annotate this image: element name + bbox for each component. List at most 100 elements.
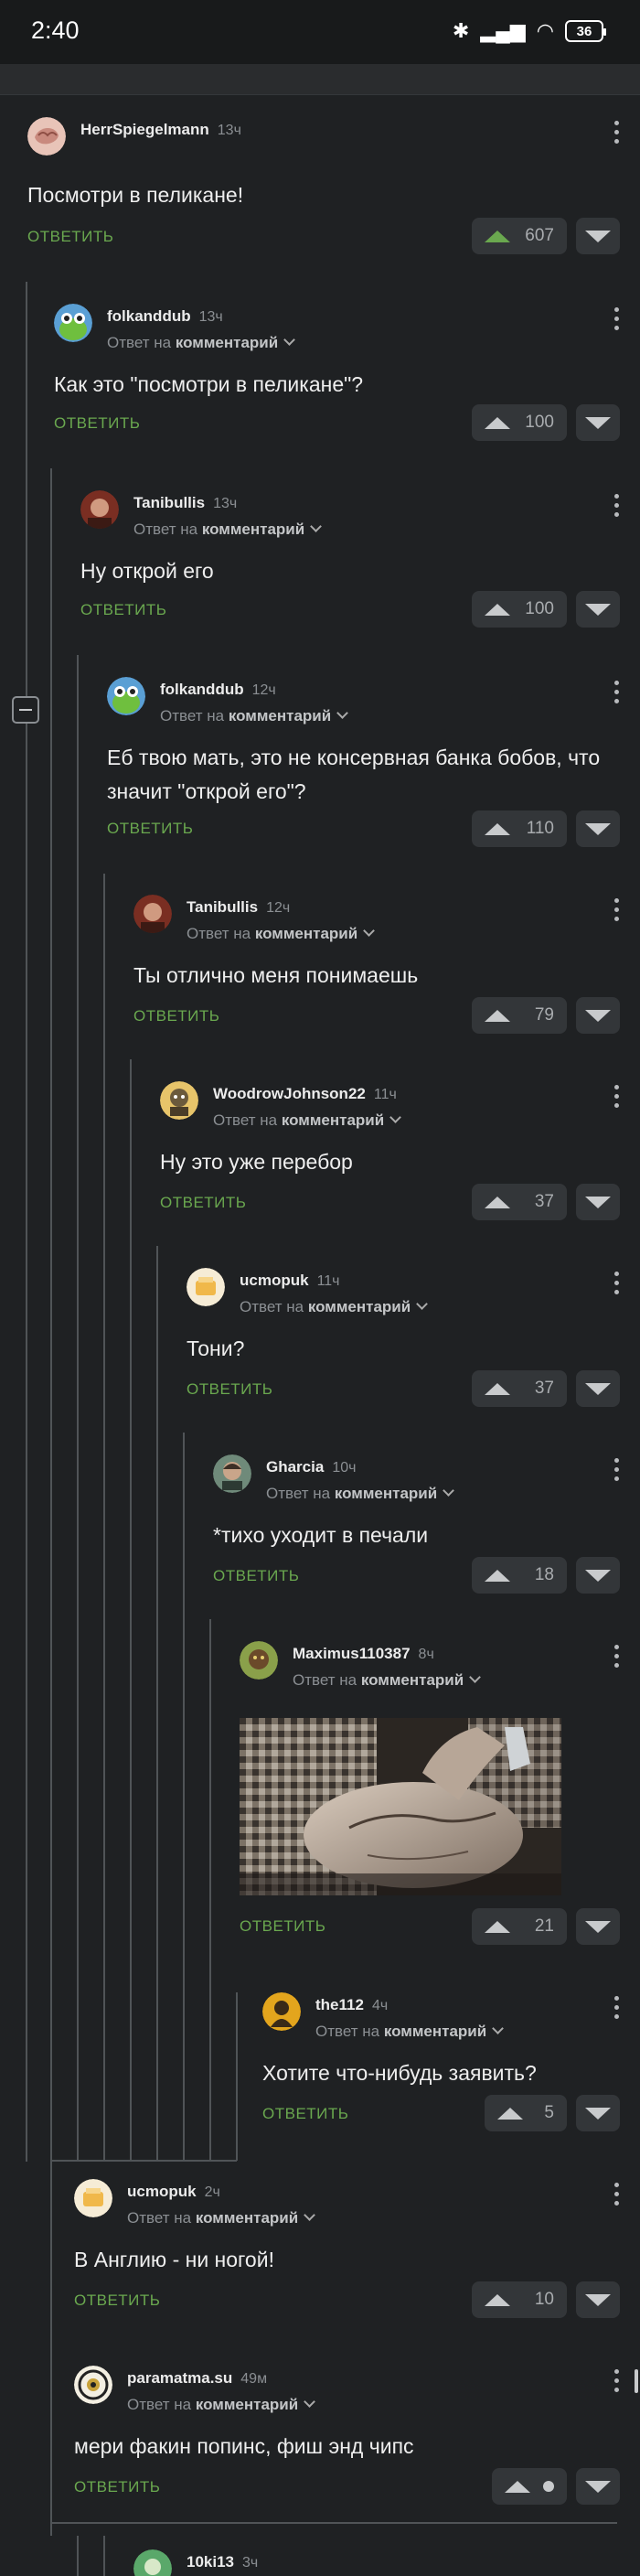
more-options-icon[interactable] — [614, 2183, 620, 2206]
author-name[interactable]: HerrSpiegelmann — [80, 121, 209, 138]
avatar[interactable] — [74, 2179, 112, 2217]
reply-to-link[interactable]: Ответ на комментарий — [240, 1298, 429, 1316]
thread-line[interactable] — [209, 1619, 211, 2161]
collapse-thread-button[interactable] — [12, 696, 39, 724]
upvote-button[interactable]: 37 — [472, 1184, 567, 1220]
avatar[interactable] — [74, 2366, 112, 2404]
reply-button[interactable]: ОТВЕТИТЬ — [27, 228, 113, 246]
more-options-icon[interactable] — [614, 307, 620, 330]
more-options-icon[interactable] — [614, 681, 620, 703]
reply-to-link[interactable]: Ответ на комментарий — [315, 2023, 505, 2041]
author-name[interactable]: folkanddub — [160, 681, 244, 698]
reply-button[interactable]: ОТВЕТИТЬ — [160, 1194, 246, 1212]
thread-line[interactable] — [130, 1059, 132, 2161]
upvote-button[interactable]: 18 — [472, 1557, 567, 1594]
reply-button[interactable]: ОТВЕТИТЬ — [240, 1917, 325, 1936]
reply-to-link[interactable]: Ответ на комментарий — [127, 2209, 316, 2227]
downvote-button[interactable] — [576, 218, 620, 254]
downvote-button[interactable] — [576, 2095, 620, 2131]
downvote-button[interactable] — [576, 2468, 620, 2505]
thread-line[interactable] — [77, 2536, 79, 2576]
reply-to-link[interactable]: Ответ на комментарий — [127, 2396, 316, 2414]
reply-button[interactable]: ОТВЕТИТЬ — [262, 2105, 348, 2123]
downvote-button[interactable] — [576, 810, 620, 847]
reply-button[interactable]: ОТВЕТИТЬ — [107, 820, 193, 838]
more-options-icon[interactable] — [614, 121, 620, 144]
reply-to-link[interactable]: Ответ на комментарий — [160, 707, 349, 725]
avatar[interactable] — [133, 2549, 172, 2576]
thread-line[interactable] — [26, 282, 27, 2162]
avatar[interactable] — [80, 490, 119, 529]
more-options-icon[interactable] — [614, 1272, 620, 1294]
reply-button[interactable]: ОТВЕТИТЬ — [133, 1007, 219, 1025]
upvote-button[interactable]: 37 — [472, 1370, 567, 1407]
upvote-button[interactable]: 100 — [472, 591, 567, 628]
thread-line[interactable] — [156, 1246, 158, 2161]
more-options-icon[interactable] — [614, 1645, 620, 1668]
more-options-icon[interactable] — [614, 494, 620, 517]
reply-to-link[interactable]: Ответ на комментарий — [293, 1671, 482, 1690]
upvote-button[interactable]: 21 — [472, 1908, 567, 1945]
reply-to-link[interactable]: Ответ на комментарий — [266, 1485, 455, 1503]
author-name[interactable]: Gharcia — [266, 1458, 324, 1476]
more-options-icon[interactable] — [614, 1085, 620, 1108]
thread-line[interactable] — [103, 2536, 105, 2576]
downvote-button[interactable] — [576, 1370, 620, 1407]
avatar[interactable] — [240, 1641, 278, 1680]
author-name[interactable]: the112 — [315, 1996, 364, 2013]
thread-line[interactable] — [50, 2161, 52, 2536]
author-name[interactable]: ucmopuk — [240, 1272, 309, 1289]
avatar[interactable] — [54, 304, 92, 342]
upvote-button[interactable]: 110 — [472, 810, 567, 847]
reply-button[interactable]: ОТВЕТИТЬ — [54, 414, 140, 433]
comment-image[interactable] — [240, 1718, 561, 1895]
downvote-button[interactable] — [576, 2281, 620, 2318]
downvote-button[interactable] — [576, 591, 620, 628]
upvote-button[interactable] — [492, 2468, 567, 2505]
more-options-icon[interactable] — [614, 898, 620, 921]
author-name[interactable]: Maximus110387 — [293, 1645, 411, 1662]
reply-button[interactable]: ОТВЕТИТЬ — [80, 601, 166, 619]
author-name[interactable]: ucmopuk — [127, 2183, 197, 2200]
author-name[interactable]: paramatma.su — [127, 2369, 232, 2387]
thread-line[interactable] — [50, 468, 52, 2161]
upvote-button[interactable]: 607 — [472, 218, 567, 254]
author-name[interactable]: 10ki13 — [187, 2553, 234, 2571]
avatar[interactable] — [27, 117, 66, 156]
more-options-icon[interactable] — [614, 1996, 620, 2019]
avatar[interactable] — [107, 677, 145, 715]
author-name[interactable]: WoodrowJohnson22 — [213, 1085, 366, 1102]
reply-button[interactable]: ОТВЕТИТЬ — [187, 1380, 272, 1399]
downvote-button[interactable] — [576, 1908, 620, 1945]
upvote-button[interactable]: 100 — [472, 404, 567, 441]
avatar[interactable] — [133, 895, 172, 933]
reply-button[interactable]: ОТВЕТИТЬ — [74, 2478, 160, 2496]
upvote-button[interactable]: 79 — [472, 997, 567, 1034]
thread-line[interactable] — [77, 655, 79, 2161]
avatar[interactable] — [262, 1992, 301, 2031]
downvote-button[interactable] — [576, 1184, 620, 1220]
thread-line[interactable] — [183, 1433, 185, 2161]
avatar[interactable] — [187, 1268, 225, 1306]
thread-line[interactable] — [103, 874, 105, 2162]
reply-to-link[interactable]: Ответ на комментарий — [107, 334, 296, 352]
avatar[interactable] — [160, 1081, 198, 1120]
scrollbar-thumb[interactable] — [635, 2369, 638, 2393]
author-name[interactable]: folkanddub — [107, 307, 191, 325]
upvote-button[interactable]: 10 — [472, 2281, 567, 2318]
author-name[interactable]: Tanibullis — [187, 898, 258, 916]
avatar[interactable] — [213, 1454, 251, 1493]
more-options-icon[interactable] — [614, 2369, 620, 2392]
reply-button[interactable]: ОТВЕТИТЬ — [74, 2292, 160, 2310]
thread-line[interactable] — [236, 1992, 238, 2161]
downvote-button[interactable] — [576, 1557, 620, 1594]
reply-to-link[interactable]: Ответ на комментарий — [187, 925, 376, 943]
author-name[interactable]: Tanibullis — [133, 494, 205, 511]
upvote-button[interactable]: 5 — [485, 2095, 567, 2131]
reply-to-link[interactable]: Ответ на комментарий — [133, 521, 323, 539]
reply-to-link[interactable]: Ответ на комментарий — [213, 1111, 402, 1130]
more-options-icon[interactable] — [614, 1458, 620, 1481]
downvote-button[interactable] — [576, 404, 620, 441]
downvote-button[interactable] — [576, 997, 620, 1034]
reply-button[interactable]: ОТВЕТИТЬ — [213, 1567, 299, 1585]
